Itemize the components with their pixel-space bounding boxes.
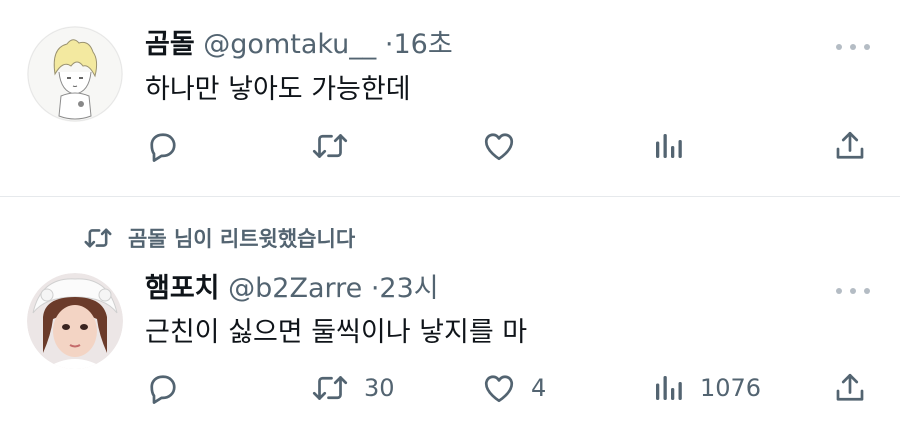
retweet-count: 30 — [364, 374, 395, 402]
tweet-text: 하나만 낳아도 가능한데 — [145, 74, 411, 105]
share-button[interactable] — [832, 366, 868, 410]
views-icon — [656, 376, 682, 400]
avatar[interactable] — [27, 273, 123, 369]
timestamp[interactable]: 23시 — [379, 273, 438, 304]
tweet-actions — [0, 124, 900, 168]
tweet-header: 햄포치 @b2Zarre ·23시 — [145, 271, 439, 307]
timestamp[interactable]: 16초 — [393, 29, 452, 60]
tweet[interactable]: 곰돌 님이 리트윗했습니다 햄포치 @b2Zarre ·23시 근친이 싫으면 … — [0, 197, 900, 426]
retweet-icon — [312, 134, 348, 158]
like-count: 4 — [531, 374, 547, 402]
retweet-context[interactable]: 곰돌 님이 리트윗했습니다 — [82, 223, 355, 253]
reply-button[interactable] — [145, 124, 181, 168]
avatar[interactable] — [27, 26, 123, 122]
like-button[interactable]: 4 — [481, 366, 546, 410]
author-name[interactable]: 곰돌 — [145, 29, 195, 60]
tweet-actions: 30 4 1076 — [0, 366, 900, 410]
author-name[interactable]: 햄포치 — [145, 273, 220, 304]
reply-button[interactable] — [145, 366, 195, 410]
share-icon — [836, 373, 864, 401]
tweet-header: 곰돌 @gomtaku__ ·16초 — [145, 27, 453, 63]
views-icon — [656, 134, 682, 158]
heart-icon — [484, 133, 514, 161]
view-count: 1076 — [700, 374, 762, 402]
retweeted-by-label: 곰돌 님이 리트윗했습니다 — [128, 227, 356, 251]
tweet[interactable]: 곰돌 @gomtaku__ ·16초 하나만 낳아도 가능한데 — [0, 0, 900, 196]
like-button[interactable] — [481, 124, 517, 168]
more-icon[interactable] — [836, 286, 870, 296]
reply-icon — [150, 133, 176, 162]
share-button[interactable] — [832, 124, 868, 168]
author-handle[interactable]: @gomtaku__ — [203, 29, 376, 60]
author-handle[interactable]: @b2Zarre — [228, 273, 362, 304]
views-button[interactable]: 1076 — [650, 366, 761, 410]
reply-icon — [150, 375, 176, 404]
retweet-icon — [312, 376, 348, 400]
tweet-text: 근친이 싫으면 둘씩이나 낳지를 마 — [145, 317, 528, 348]
retweet-icon — [84, 228, 112, 248]
more-icon[interactable] — [836, 42, 870, 52]
views-button[interactable] — [650, 124, 686, 168]
retweet-button[interactable] — [310, 124, 350, 168]
heart-icon — [484, 375, 514, 403]
retweet-button[interactable]: 30 — [310, 366, 395, 410]
share-icon — [836, 131, 864, 159]
